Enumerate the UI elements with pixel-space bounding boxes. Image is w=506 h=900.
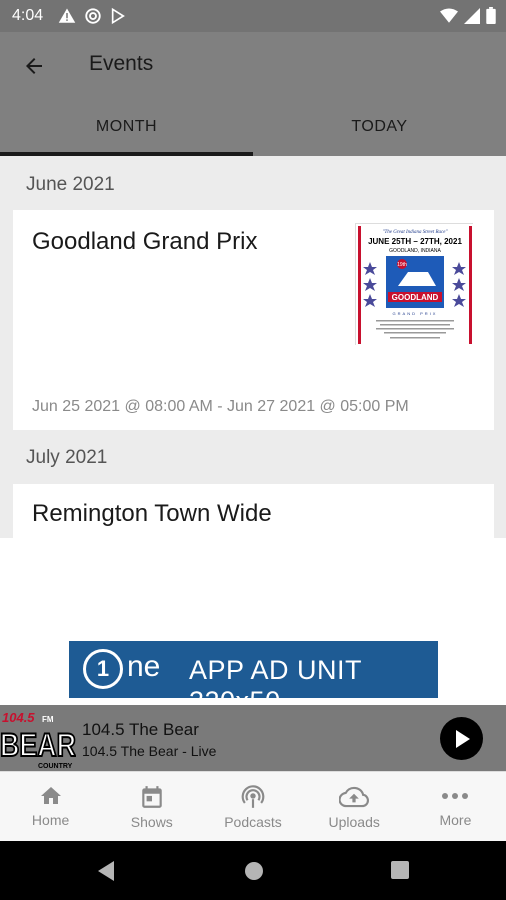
svg-text:GOODLAND: GOODLAND (392, 293, 439, 302)
notification-icons (58, 7, 126, 25)
signal-icon (464, 7, 480, 24)
page-title: Events (89, 52, 154, 75)
ad-logo-text: ne (127, 650, 161, 683)
event-card-goodland[interactable]: Goodland Grand Prix "The Great Indiana S… (13, 210, 494, 430)
event-title: Goodland Grand Prix (32, 228, 258, 255)
nav-uploads-label: Uploads (328, 814, 380, 830)
warning-icon (58, 8, 76, 23)
svg-text:19th: 19th (397, 262, 407, 268)
calendar-icon (142, 786, 162, 808)
event-title: Remington Town Wide (32, 500, 272, 527)
play-store-icon (111, 7, 125, 25)
event-flyer-image: "The Great Indiana Street Race" JUNE 25T… (355, 223, 474, 346)
bottom-navigation: Home Shows Podcasts Uploads More (0, 771, 506, 841)
nav-home[interactable]: Home (0, 772, 101, 841)
play-button[interactable] (440, 717, 483, 760)
one-logo-icon: 1 (83, 649, 123, 689)
app-bar: Events (0, 32, 506, 98)
svg-text:GRAND PRIX: GRAND PRIX (393, 311, 438, 316)
play-icon (455, 729, 470, 748)
nav-more[interactable]: More (405, 772, 506, 841)
nav-more-label: More (439, 812, 472, 828)
mini-player[interactable]: 104.5 FM BEAR COUNTRY 104.5 The Bear 104… (0, 705, 506, 771)
svg-text:JUNE 25TH – 27TH, 2021: JUNE 25TH – 27TH, 2021 (368, 237, 462, 246)
system-back-icon[interactable] (96, 860, 116, 882)
nav-podcasts-label: Podcasts (224, 814, 282, 830)
tab-month[interactable]: MONTH (0, 98, 253, 156)
tab-today[interactable]: TODAY (253, 98, 506, 156)
status-time: 4:04 (12, 7, 44, 24)
player-subtitle: 104.5 The Bear - Live (82, 743, 217, 759)
nav-shows-label: Shows (130, 814, 173, 830)
station-logo: 104.5 FM BEAR COUNTRY (0, 708, 76, 770)
events-list[interactable]: June 2021 Goodland Grand Prix "The Great… (0, 156, 506, 538)
svg-text:FM: FM (42, 715, 54, 724)
home-icon (40, 787, 61, 804)
system-status-icons (440, 7, 496, 24)
nav-podcasts[interactable]: Podcasts (202, 772, 303, 841)
svg-text:104.5: 104.5 (2, 710, 35, 725)
svg-text:"The Great Indiana Street Race: "The Great Indiana Street Race" (382, 230, 448, 235)
month-header-july: July 2021 (26, 447, 108, 468)
sync-icon (85, 8, 101, 24)
svg-text:GOODLAND, INDIANA: GOODLAND, INDIANA (389, 248, 441, 254)
tab-bar: MONTH TODAY (0, 98, 506, 156)
back-button[interactable] (18, 50, 50, 82)
wifi-icon (440, 8, 458, 23)
cloud-upload-icon (339, 786, 370, 808)
more-horizontal-icon (442, 793, 469, 799)
event-date-range: Jun 25 2021 @ 08:00 AM - Jun 27 2021 @ 0… (32, 398, 409, 415)
event-card-remington[interactable]: Remington Town Wide (13, 484, 494, 538)
status-bar: 4:04 (0, 0, 506, 32)
svg-text:BEAR: BEAR (0, 727, 76, 763)
nav-uploads[interactable]: Uploads (304, 772, 405, 841)
system-home-icon[interactable] (243, 860, 265, 882)
nav-shows[interactable]: Shows (101, 772, 202, 841)
system-recents-icon[interactable] (390, 860, 410, 880)
nav-home-label: Home (31, 812, 70, 828)
goodland-flyer-graphic: "The Great Indiana Street Race" JUNE 25T… (356, 224, 474, 346)
svg-text:COUNTRY: COUNTRY (38, 763, 73, 770)
month-header-june: June 2021 (26, 174, 115, 195)
system-navigation-bar (0, 841, 506, 900)
ad-banner[interactable]: 1 ne APP AD UNIT 320x50 (69, 641, 438, 716)
arrow-left-icon (26, 58, 42, 74)
battery-icon (486, 7, 496, 24)
podcast-icon (241, 785, 265, 808)
player-title: 104.5 The Bear (82, 720, 199, 739)
